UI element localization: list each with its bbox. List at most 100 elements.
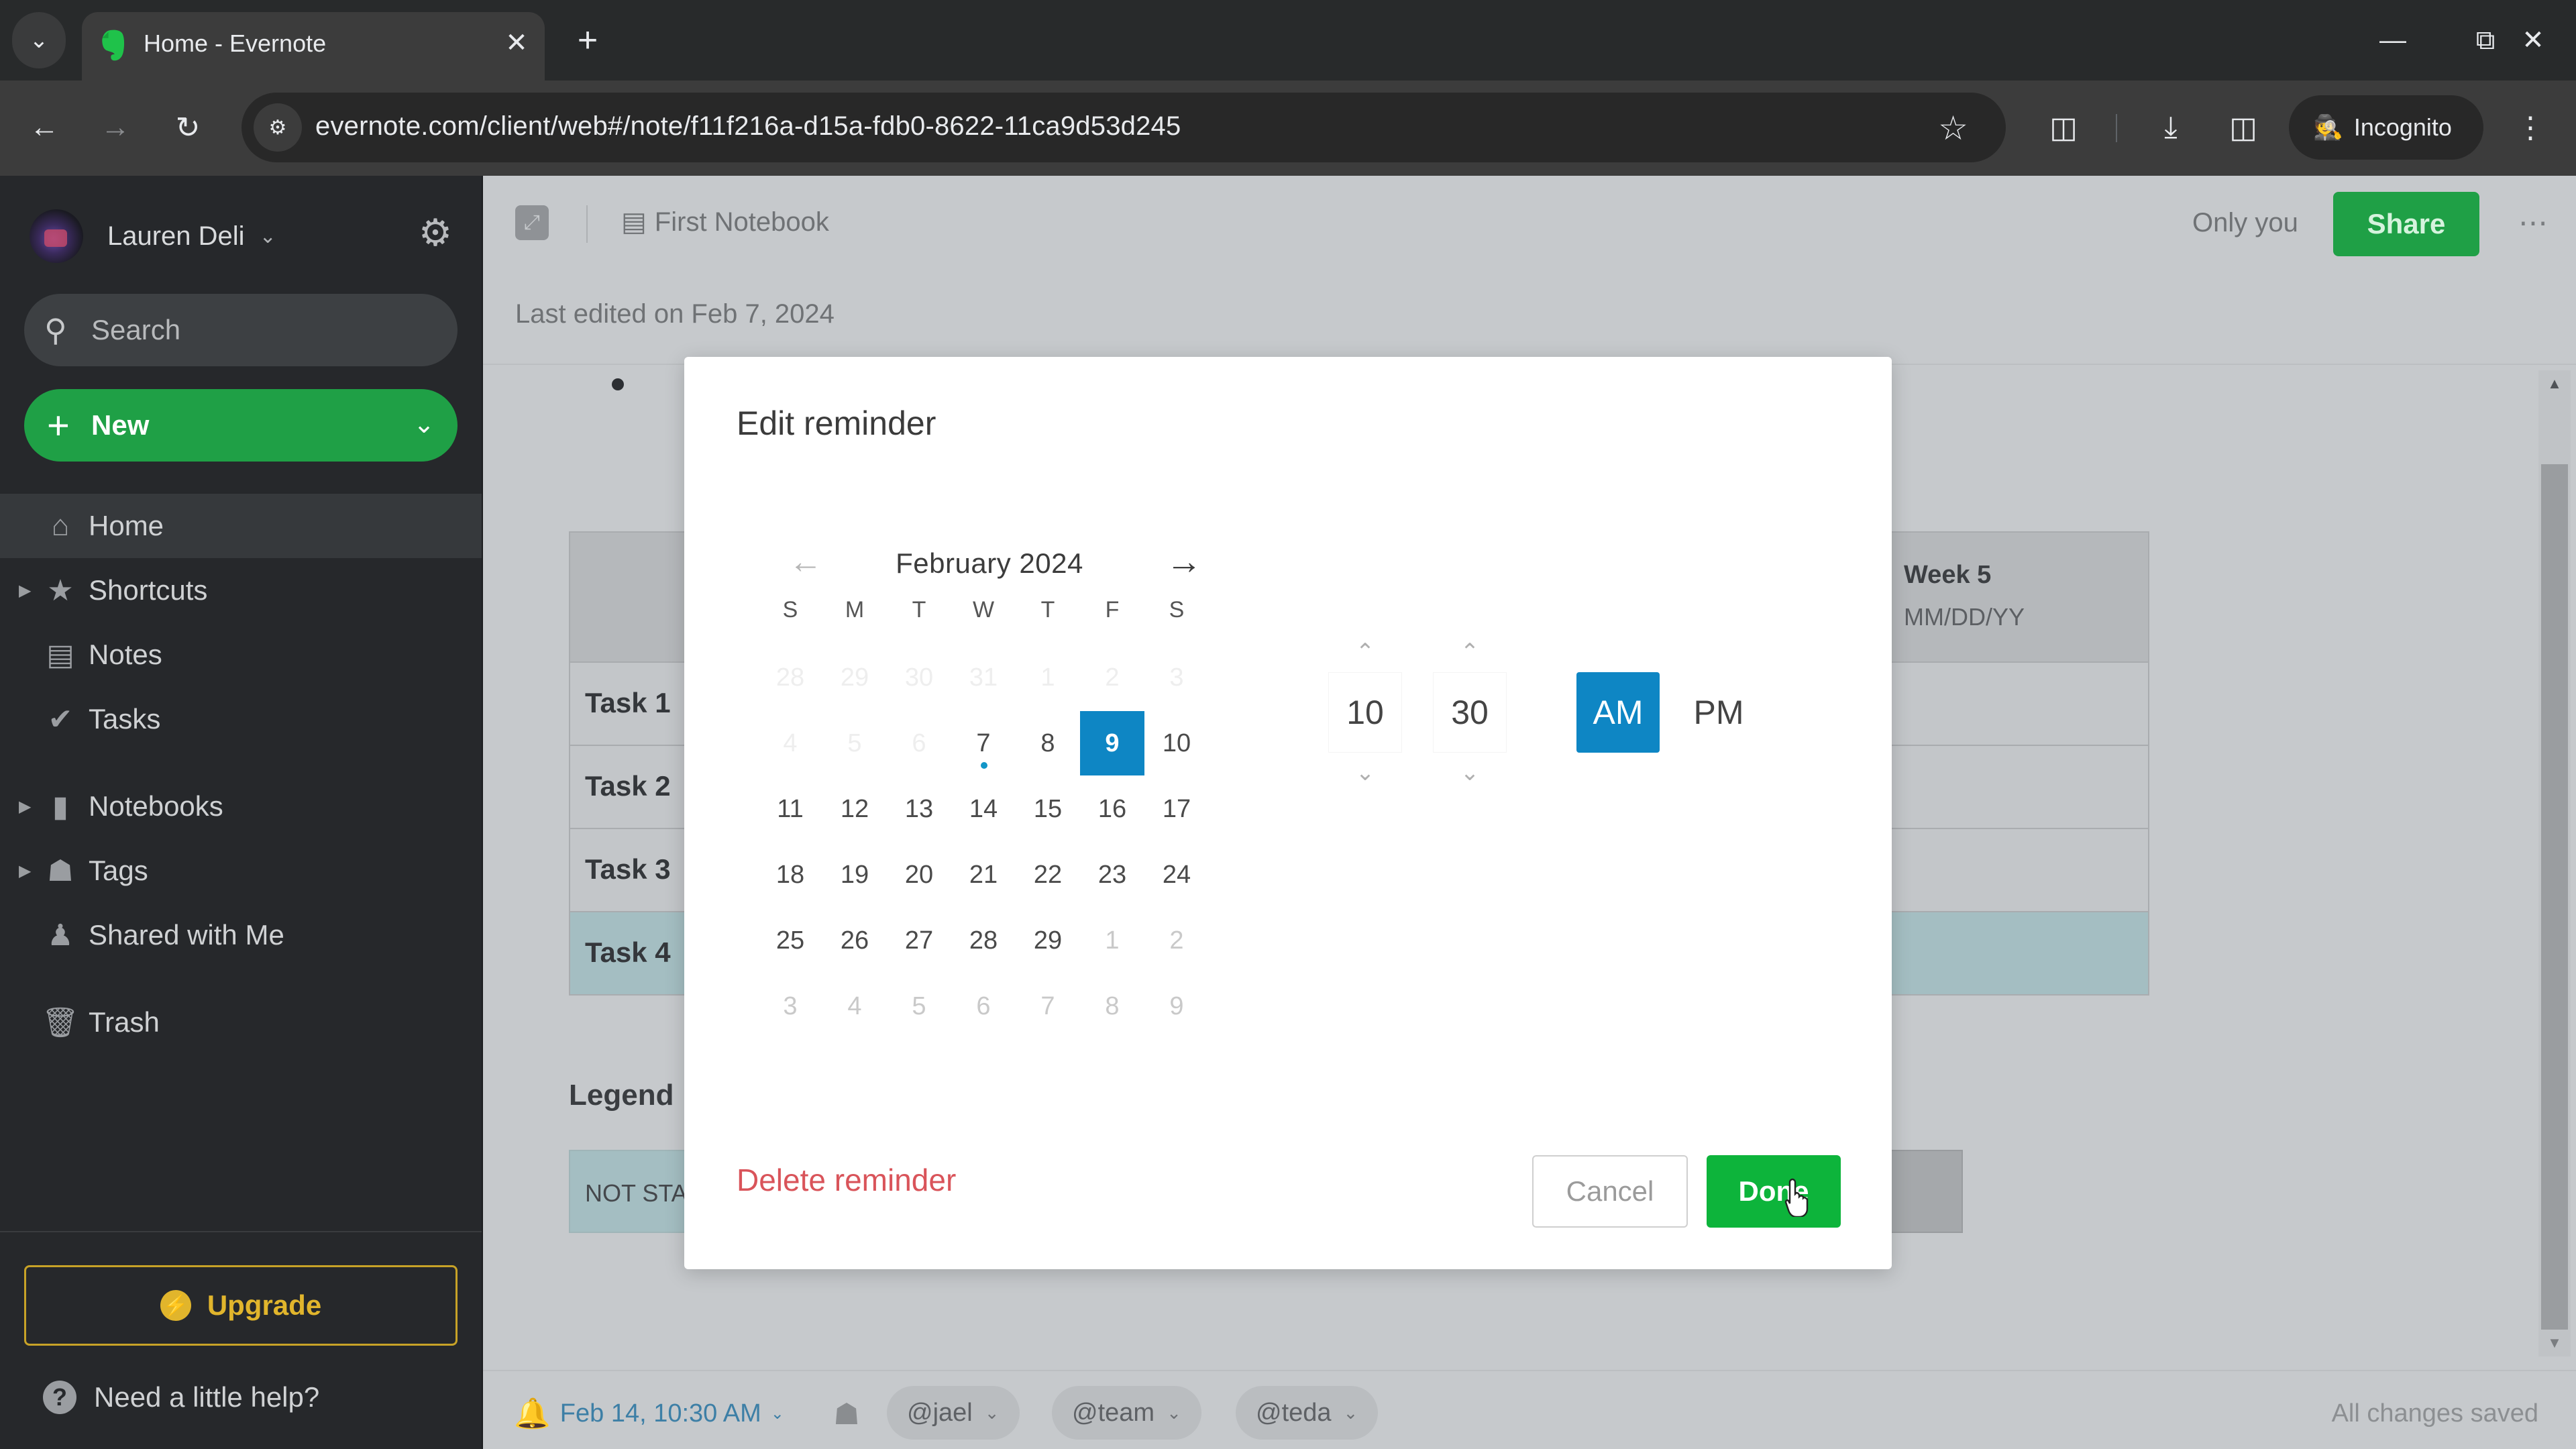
sidebar-item-tags[interactable]: ▶ ☗ Tags [0, 839, 482, 903]
cancel-button[interactable]: Cancel [1532, 1155, 1688, 1228]
browser-tab[interactable]: Home - Evernote ✕ [82, 12, 545, 80]
next-month-button[interactable]: → [1166, 541, 1202, 582]
tab-search-button[interactable]: ⌄ [12, 12, 66, 68]
minute-value[interactable]: 30 [1433, 672, 1507, 753]
more-options-button[interactable]: ⋯ [2510, 203, 2557, 243]
extensions-button[interactable]: ◫ [2035, 99, 2092, 156]
sidebar-item-shared-with-me[interactable]: ♟ Shared with Me [0, 903, 482, 967]
calendar-day[interactable]: 12 [822, 777, 887, 841]
calendar-day[interactable]: 11 [758, 777, 822, 841]
calendar-day[interactable]: 4 [822, 974, 887, 1038]
back-button[interactable]: ← [16, 99, 72, 156]
site-info-button[interactable]: ⚙ [254, 103, 302, 152]
sidebar-item-home[interactable]: ⌂ Home [0, 494, 482, 558]
delete-reminder-link[interactable]: Delete reminder [737, 1162, 956, 1198]
calendar-day[interactable]: 29 [1016, 908, 1080, 973]
calendar-day[interactable]: 18 [758, 843, 822, 907]
calendar-day[interactable]: 8 [1016, 711, 1080, 775]
mention-chip[interactable]: @teda ⌄ [1236, 1386, 1379, 1440]
calendar-day[interactable]: 1 [1080, 908, 1144, 973]
calendar-day[interactable]: 14 [951, 777, 1016, 841]
expand-caret-icon[interactable]: ▶ [19, 861, 31, 881]
scroll-up-icon[interactable]: ▲ [2538, 370, 2571, 397]
calendar-day[interactable]: 17 [1144, 777, 1209, 841]
scroll-down-icon[interactable]: ▼ [2538, 1330, 2571, 1356]
calendar-day[interactable]: 16 [1080, 777, 1144, 841]
chevron-down-icon[interactable]: ⌄ [413, 409, 435, 439]
calendar-day[interactable]: 8 [1080, 974, 1144, 1038]
reload-button[interactable]: ↻ [160, 99, 216, 156]
calendar-day-today[interactable]: 7 [951, 711, 1016, 775]
hour-value[interactable]: 10 [1328, 672, 1402, 753]
settings-button[interactable]: ⚙ [412, 209, 459, 256]
check-circle-icon: ✔ [48, 702, 73, 736]
done-button[interactable]: Done [1707, 1155, 1841, 1228]
upgrade-button[interactable]: ⚡ Upgrade [24, 1265, 458, 1346]
calendar-day: 29 [840, 663, 869, 692]
calendar-day[interactable]: 25 [758, 908, 822, 973]
calendar-day[interactable]: 2 [1144, 908, 1209, 973]
browser-menu-button[interactable]: ⋮ [2502, 99, 2559, 156]
close-window-button[interactable]: ✕ [2493, 13, 2573, 67]
address-bar[interactable]: ⚙ evernote.com/client/web#/note/f11f216a… [241, 93, 2006, 162]
new-tab-button[interactable]: + [568, 20, 608, 60]
am-toggle[interactable]: AM [1576, 672, 1660, 753]
hour-down-button[interactable]: ⌄ [1328, 753, 1402, 793]
minute-down-button[interactable]: ⌄ [1433, 753, 1507, 793]
table-column-header[interactable]: Week 5 MM/DD/YY [1904, 561, 2025, 631]
sidebar-item-trash[interactable]: 🗑 Trash [0, 990, 482, 1055]
calendar-day[interactable]: 19 [822, 843, 887, 907]
reminder-chip[interactable]: 🔔 Feb 14, 10:30 AM ⌄ [514, 1390, 784, 1437]
sidebar-item-tasks[interactable]: ✔ Tasks [0, 687, 482, 751]
calendar-day-selected[interactable]: 9 [1080, 711, 1144, 775]
visibility-status[interactable]: Only you [2192, 208, 2298, 238]
calendar-day[interactable]: 23 [1080, 843, 1144, 907]
sidebar-item-notebooks[interactable]: ▶ ▮ Notebooks [0, 774, 482, 839]
minute-up-button[interactable]: ⌃ [1433, 632, 1507, 672]
help-link[interactable]: ? Need a little help? [43, 1381, 319, 1414]
pm-toggle[interactable]: PM [1677, 672, 1760, 753]
expand-note-button[interactable]: ⤢ [515, 205, 549, 240]
calendar-day[interactable]: 3 [758, 974, 822, 1038]
calendar-day[interactable]: 7 [1016, 974, 1080, 1038]
calendar-day[interactable]: 28 [951, 908, 1016, 973]
toolbar-divider [2116, 114, 2117, 142]
url-text[interactable]: evernote.com/client/web#/note/f11f216a-d… [315, 111, 1181, 142]
mention-chip[interactable]: @jael ⌄ [887, 1386, 1020, 1440]
calendar-day[interactable]: 20 [887, 843, 951, 907]
calendar-day[interactable]: 21 [951, 843, 1016, 907]
scrollbar-thumb[interactable] [2541, 464, 2568, 1330]
tune-icon: ⚙ [268, 116, 287, 139]
calendar-day[interactable]: 22 [1016, 843, 1080, 907]
add-tag-button[interactable]: ☗ [826, 1393, 867, 1436]
calendar-day[interactable]: 27 [887, 908, 951, 973]
calendar-day[interactable]: 6 [951, 974, 1016, 1038]
search-input[interactable]: ⚲ Search [24, 294, 458, 366]
calendar-day[interactable]: 9 [1144, 974, 1209, 1038]
calendar-day[interactable]: 13 [887, 777, 951, 841]
search-placeholder: Search [91, 314, 181, 345]
account-menu[interactable]: Lauren Deli ⌄ [30, 207, 276, 266]
mention-chip[interactable]: @team ⌄ [1052, 1386, 1201, 1440]
calendar-day[interactable]: 10 [1144, 711, 1209, 775]
calendar-day[interactable]: 5 [887, 974, 951, 1038]
tab-close-button[interactable]: ✕ [498, 24, 535, 62]
note-scrollbar[interactable]: ▲ ▼ [2538, 370, 2571, 1356]
expand-caret-icon[interactable]: ▶ [19, 797, 31, 816]
calendar-day[interactable]: 26 [822, 908, 887, 973]
incognito-badge[interactable]: 🕵 Incognito [2289, 95, 2483, 160]
share-button[interactable]: Share [2333, 192, 2479, 256]
sidebar-item-shortcuts[interactable]: ▶ ★ Shortcuts [0, 558, 482, 623]
notebook-breadcrumb[interactable]: ▤ First Notebook [621, 207, 829, 237]
calendar-day[interactable]: 24 [1144, 843, 1209, 907]
calendar-day[interactable]: 15 [1016, 777, 1080, 841]
minimize-button[interactable]: — [2356, 13, 2430, 67]
sidebar-item-notes[interactable]: ▤ Notes [0, 623, 482, 687]
star-icon[interactable]: ☆ [1938, 109, 1968, 148]
forward-button[interactable]: → [87, 99, 144, 156]
new-button[interactable]: + New ⌄ [24, 389, 458, 462]
side-panel-button[interactable]: ◫ [2215, 99, 2271, 156]
hour-up-button[interactable]: ⌃ [1328, 632, 1402, 672]
expand-caret-icon[interactable]: ▶ [19, 581, 31, 600]
downloads-button[interactable]: ⤓ [2143, 99, 2199, 156]
